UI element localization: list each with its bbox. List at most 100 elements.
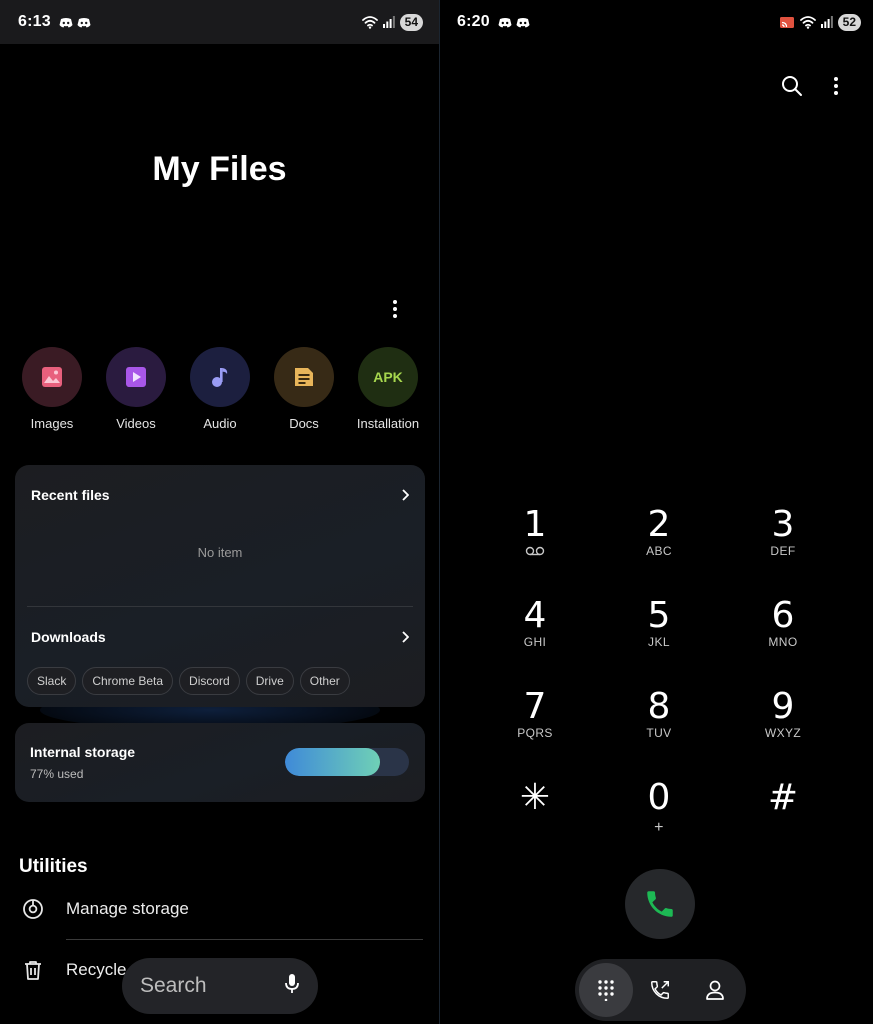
search-label: Search	[140, 974, 207, 997]
key-letters: DEF	[770, 544, 796, 558]
keypad-icon	[598, 980, 614, 1001]
notification-icons	[498, 17, 530, 28]
utilities-title: Utilities	[19, 856, 88, 877]
key-digit: 5	[647, 595, 671, 636]
storage-gauge-icon	[23, 899, 43, 919]
manage-storage-label: Manage storage	[66, 899, 189, 918]
category-label: Docs	[289, 416, 319, 431]
notification-icons	[59, 17, 91, 28]
category-videos[interactable]: Videos	[94, 347, 178, 431]
key-letters: GHI	[523, 635, 547, 649]
key-letters: MNO	[768, 635, 798, 649]
apk-icon: APK	[373, 369, 403, 385]
key-0[interactable]: 0 +	[597, 778, 721, 869]
search-icon[interactable]	[779, 73, 805, 99]
category-images[interactable]: Images	[10, 347, 94, 431]
key-3[interactable]: 3 DEF	[721, 505, 845, 596]
phone-dialer-pane: 6:20 52 1 2 ABC 3 DEF 4 GHI 5 JKL 6 MNO 7 PQRS 8 TUV 9 W…	[440, 0, 873, 1024]
category-docs[interactable]: Docs	[262, 347, 346, 431]
key-digit: 2	[647, 504, 671, 545]
files-card: Recent files No item Downloads Slack Chr…	[15, 465, 425, 707]
chip-other[interactable]: Other	[299, 667, 350, 695]
status-time: 6:13	[18, 13, 51, 30]
downloads-title: Downloads	[31, 629, 106, 645]
document-icon	[295, 368, 313, 386]
search-bar[interactable]: Search	[122, 958, 318, 1014]
internal-storage-title: Internal storage	[30, 744, 136, 760]
key-digit: 9	[771, 686, 795, 727]
category-audio[interactable]: Audio	[178, 347, 262, 431]
key-letters: +	[654, 819, 664, 836]
key-6[interactable]: 6 MNO	[721, 596, 845, 687]
recent-files-title: Recent files	[31, 487, 110, 503]
discord-icon	[516, 17, 530, 27]
battery-level: 52	[837, 13, 861, 31]
recents-icon	[651, 981, 670, 999]
status-bar: 6:20 52	[440, 0, 873, 44]
recent-files-header[interactable]: Recent files	[15, 465, 425, 525]
category-label: Installation	[356, 416, 420, 431]
category-installation[interactable]: APK Installation	[346, 347, 430, 431]
battery-level: 54	[399, 13, 423, 31]
key-8[interactable]: 8 TUV	[597, 687, 721, 778]
voicemail-icon	[525, 546, 545, 556]
key-digit: 1	[523, 504, 547, 545]
download-chips: Slack Chrome Beta Discord Drive Other	[15, 667, 425, 695]
chip-discord[interactable]: Discord	[179, 667, 240, 695]
key-letters: TUV	[646, 726, 672, 740]
category-docs-circle	[274, 347, 334, 407]
signal-icon	[382, 16, 395, 28]
category-images-circle	[22, 347, 82, 407]
downloads-header[interactable]: Downloads	[15, 607, 425, 667]
chevron-right-icon	[402, 631, 409, 643]
key-digit: ✳	[519, 777, 551, 818]
recent-files-empty: No item	[197, 545, 243, 560]
bottom-navigation	[575, 959, 746, 1021]
key-2[interactable]: 2 ABC	[597, 505, 721, 596]
key-letters: JKL	[648, 635, 670, 649]
key-letters: ABC	[646, 544, 672, 558]
wifi-icon	[799, 15, 816, 29]
video-icon	[126, 367, 146, 387]
category-label: Images	[30, 416, 74, 431]
dial-pad: 1 2 ABC 3 DEF 4 GHI 5 JKL 6 MNO 7 PQRS 8 TUV 9 WXYZ ✳ 0 + #	[473, 505, 846, 869]
storage-used-text: 77% used	[30, 767, 84, 781]
wifi-icon	[361, 15, 378, 29]
category-label: Videos	[116, 416, 156, 431]
chip-drive[interactable]: Drive	[245, 667, 294, 695]
microphone-icon[interactable]	[284, 973, 300, 1000]
key-letters: WXYZ	[764, 726, 802, 740]
recycle-bin-item[interactable]: Recycle	[22, 959, 126, 981]
more-options-icon[interactable]	[383, 297, 407, 321]
key-4[interactable]: 4 GHI	[473, 596, 597, 687]
chip-chrome-beta[interactable]: Chrome Beta	[82, 667, 174, 695]
call-button[interactable]	[625, 869, 695, 939]
key-5[interactable]: 5 JKL	[597, 596, 721, 687]
discord-icon	[59, 17, 73, 27]
key-digit: 7	[523, 686, 547, 727]
status-bar: 6:13 54	[0, 0, 439, 44]
key-1[interactable]: 1	[473, 505, 597, 596]
key-hash[interactable]: #	[721, 778, 845, 869]
internal-storage-card[interactable]: Internal storage 77% used	[15, 723, 425, 802]
key-9[interactable]: 9 WXYZ	[721, 687, 845, 778]
chip-slack[interactable]: Slack	[27, 667, 77, 695]
key-digit: 0	[647, 777, 671, 818]
storage-bar	[285, 748, 409, 776]
nav-recents[interactable]	[633, 963, 687, 1017]
my-files-pane: 6:13 54 My Files Images Videos Audio Doc…	[0, 0, 439, 1024]
divider	[66, 939, 423, 940]
chevron-right-icon	[402, 489, 409, 501]
signal-icon	[820, 16, 833, 28]
discord-icon	[498, 17, 512, 27]
manage-storage-item[interactable]: Manage storage	[22, 898, 189, 920]
more-options-icon[interactable]	[823, 73, 849, 99]
nav-contacts[interactable]	[688, 963, 742, 1017]
category-videos-circle	[106, 347, 166, 407]
key-7[interactable]: 7 PQRS	[473, 687, 597, 778]
category-audio-circle	[190, 347, 250, 407]
nav-keypad[interactable]	[579, 963, 634, 1017]
category-installation-circle: APK	[358, 347, 418, 407]
key-star[interactable]: ✳	[473, 778, 597, 869]
image-icon	[42, 367, 62, 387]
